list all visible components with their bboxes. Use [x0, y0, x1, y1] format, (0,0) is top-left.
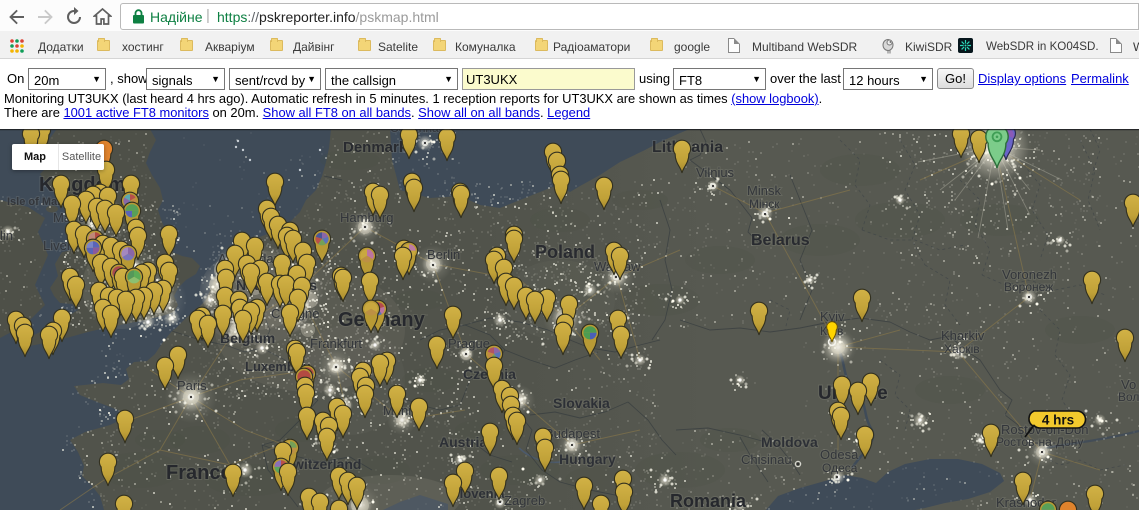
svg-text:Slovakia: Slovakia [553, 395, 610, 411]
svg-text:Isle of Man: Isle of Man [7, 196, 64, 208]
svg-text:Hungary: Hungary [559, 451, 616, 467]
svg-text:Chisinau: Chisinau [741, 452, 792, 467]
svg-text:Berlin: Berlin [427, 247, 460, 262]
svg-text:Poland: Poland [535, 242, 595, 262]
svg-text:Hamburg: Hamburg [340, 210, 393, 225]
svg-text:Вол: Вол [1118, 390, 1139, 404]
svg-text:Moldova: Moldova [761, 434, 818, 450]
svg-text:Budapest: Budapest [545, 426, 600, 441]
svg-text:Austria: Austria [439, 434, 487, 450]
svg-text:Romania: Romania [670, 491, 747, 510]
svg-text:Frankfurt: Frankfurt [310, 336, 362, 351]
svg-text:Воронеж: Воронеж [1004, 280, 1053, 294]
svg-text:France: France [166, 462, 232, 484]
svg-text:Ростов-на-Дону: Ростов-на-Дону [996, 435, 1083, 449]
svg-text:Одеса: Одеса [822, 461, 858, 475]
svg-text:Prague: Prague [448, 336, 490, 351]
svg-text:Minsk: Minsk [747, 183, 781, 198]
svg-text:Paris: Paris [177, 378, 207, 393]
svg-text:Мінск: Мінск [749, 197, 780, 211]
svg-text:Denmark: Denmark [343, 139, 408, 156]
svg-text:Odesa: Odesa [820, 447, 859, 462]
svg-text:Vilnius: Vilnius [696, 165, 735, 180]
svg-text:Kharkiv: Kharkiv [941, 328, 985, 343]
svg-text:Харків: Харків [944, 342, 980, 356]
svg-text:Belarus: Belarus [751, 232, 810, 249]
svg-text:Zagreb: Zagreb [504, 493, 545, 508]
svg-text:4 hrs: 4 hrs [1042, 413, 1074, 428]
svg-text:lin: lin [0, 228, 13, 243]
